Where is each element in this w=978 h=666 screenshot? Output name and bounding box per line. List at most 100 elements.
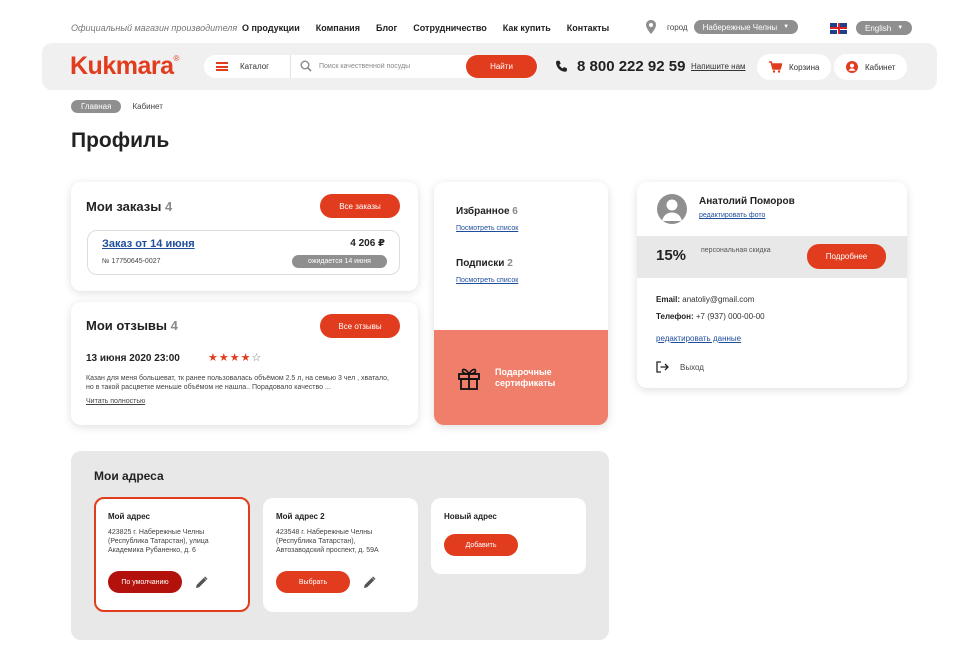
breadcrumb-current: Кабинет [132, 102, 163, 111]
email-value: anatoliy@gmail.com [682, 295, 755, 304]
city-dropdown[interactable]: Набережные Челны ▼ [693, 20, 799, 34]
nav-item-contacts[interactable]: Контакты [567, 23, 609, 33]
logo-text: Kukmara [70, 52, 174, 80]
search-icon [300, 60, 312, 72]
phone-block: 8 800 222 92 59 [555, 58, 685, 75]
read-more-link[interactable]: Читать полностью [86, 398, 145, 405]
registered-icon: ® [173, 54, 180, 63]
orders-title-text: Мои заказы [86, 199, 162, 214]
nav-item-cooperation[interactable]: Сотрудничество [413, 23, 486, 33]
logout-label: Выход [680, 362, 704, 372]
addresses-section: Мои адреса Мой адрес 423825 г. Набережны… [71, 451, 609, 640]
favorites-link[interactable]: Посмотреть список [456, 225, 518, 232]
star-filled-icon: ★ [229, 352, 241, 364]
address-text: 423825 г. Набережные Челны (Республика Т… [108, 529, 209, 554]
cart-button[interactable]: Корзина [757, 54, 832, 80]
address-card-2[interactable]: Мой адрес 2 423548 г. Набережные Челны (… [263, 498, 418, 612]
edit-photo-link[interactable]: редактировать фото [699, 212, 765, 219]
reviews-count: 4 [170, 318, 178, 333]
edit-pencil-icon[interactable] [363, 576, 376, 589]
cabinet-button[interactable]: Кабинет [834, 54, 908, 80]
email-row: Email: anatoliy@gmail.com [656, 295, 754, 304]
rating-stars: ★★★★☆ [208, 351, 262, 364]
nav-item-company[interactable]: Компания [316, 23, 360, 33]
logout-button[interactable]: Выход [656, 361, 704, 373]
uk-flag-icon [830, 22, 847, 34]
all-orders-button[interactable]: Все заказы [320, 194, 400, 218]
gift-icon [458, 368, 480, 390]
city-label: город [667, 22, 688, 32]
phone-row: Телефон: +7 (937) 000-00-00 [656, 312, 765, 321]
edit-data-link[interactable]: редактировать данные [656, 334, 741, 343]
discount-label: персональная скидка [701, 247, 771, 254]
language-dropdown[interactable]: English ▼ [856, 21, 913, 35]
catalog-label: Каталог [240, 62, 270, 71]
breadcrumb: Главная Кабинет [71, 100, 163, 113]
main-header: Kukmara® Каталог Найти 8 800 222 92 59 Н… [42, 43, 937, 90]
address-text: 423548 г. Набережные Челны (Республика Т… [276, 529, 379, 554]
user-icon [846, 61, 858, 73]
address-name: Мой адрес 2 [276, 512, 325, 521]
favorites-card: Избранное 6 Посмотреть список Подписки 2… [434, 182, 608, 425]
gift-certificates-button[interactable]: Подарочные сертификаты [434, 330, 608, 425]
phone-icon [556, 60, 567, 72]
catalog-button[interactable]: Каталог [216, 55, 269, 78]
subscriptions-link[interactable]: Посмотреть список [456, 277, 518, 284]
city-selector: город Набережные Челны ▼ [645, 20, 799, 34]
default-address-button[interactable]: По умолчанию [108, 571, 182, 593]
add-address-button[interactable]: Добавить [444, 534, 518, 556]
star-filled-icon: ★ [218, 352, 230, 364]
address-card-default[interactable]: Мой адрес 423825 г. Набережные Челны (Ре… [94, 497, 250, 612]
top-nav: О продукции Компания Блог Сотрудничество… [242, 23, 609, 33]
orders-card: Мои заказы 4 Все заказы Заказ от 14 июня… [71, 182, 418, 291]
nav-item-products[interactable]: О продукции [242, 23, 300, 33]
star-empty-icon: ☆ [251, 352, 263, 364]
divider [290, 55, 291, 78]
email-label: Email: [656, 295, 681, 304]
page-title: Профиль [71, 129, 170, 152]
profile-card: Анатолий Поморов редактировать фото 15% … [637, 182, 907, 388]
order-sum: 4 206 ₽ [350, 238, 385, 249]
cart-label: Корзина [789, 62, 820, 72]
order-number: № 17750645-0027 [102, 258, 161, 265]
phone-value: +7 (937) 000-00-00 [695, 312, 765, 321]
avatar[interactable] [657, 194, 687, 224]
new-address-card: Новый адрес Добавить [431, 498, 586, 574]
discount-value: 15% [656, 247, 687, 264]
reviews-title-text: Мои отзывы [86, 318, 168, 333]
cabinet-label: Кабинет [865, 62, 896, 72]
order-item[interactable]: Заказ от 14 июня № 17750645-0027 4 206 ₽… [87, 230, 400, 275]
order-link[interactable]: Заказ от 14 июня [102, 238, 195, 250]
addresses-title: Мои адреса [94, 469, 164, 483]
discount-bar: 15% персональная скидка Подробнее [637, 236, 907, 278]
tagline: Официальный магазин производителя [71, 23, 238, 33]
nav-item-how-to-buy[interactable]: Как купить [503, 23, 551, 33]
address-name: Мой адрес [108, 512, 150, 521]
menu-icon [216, 62, 228, 71]
phone-number[interactable]: 8 800 222 92 59 [577, 58, 685, 75]
subscriptions-title: Подписки 2 [456, 258, 513, 269]
reviews-card: Мои отзывы 4 Все отзывы 13 июня 2020 23:… [71, 302, 418, 425]
language-value: English [865, 23, 892, 33]
write-us-link[interactable]: Напишите нам [691, 62, 746, 71]
review-date: 13 июня 2020 23:00 [86, 353, 180, 364]
discount-details-button[interactable]: Подробнее [807, 244, 886, 269]
phone-label: Телефон: [656, 312, 694, 321]
review-text: Казан для меня большеват, тк ранее польз… [86, 375, 389, 391]
favorites-count: 6 [512, 206, 518, 217]
nav-item-blog[interactable]: Блог [376, 23, 397, 33]
select-address-button[interactable]: Выбрать [276, 571, 350, 593]
edit-pencil-icon[interactable] [195, 576, 208, 589]
user-silhouette-icon [662, 199, 682, 221]
favorites-title: Избранное 6 [456, 206, 518, 217]
city-value: Набережные Челны [702, 22, 778, 32]
breadcrumb-home[interactable]: Главная [71, 100, 122, 113]
search-input[interactable] [319, 57, 469, 76]
top-bar: Официальный магазин производителя О прод… [0, 0, 978, 42]
location-pin-icon [646, 20, 656, 34]
all-reviews-button[interactable]: Все отзывы [320, 314, 400, 338]
favorites-title-text: Избранное [456, 206, 510, 217]
chevron-down-icon: ▼ [783, 24, 790, 30]
search-button[interactable]: Найти [466, 55, 537, 78]
logo[interactable]: Kukmara® [70, 52, 179, 81]
